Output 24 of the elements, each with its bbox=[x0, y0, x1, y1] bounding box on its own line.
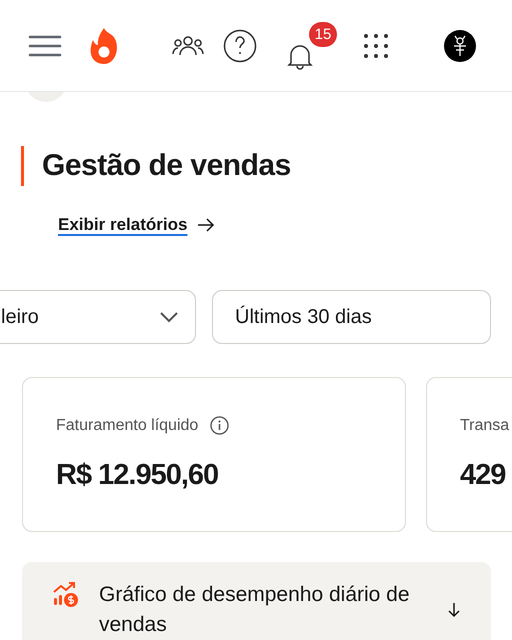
metric-value: 429 bbox=[460, 458, 506, 492]
chevron-down-icon bbox=[159, 310, 179, 322]
chart-money-icon bbox=[53, 582, 79, 608]
filter-select[interactable]: leiro bbox=[0, 290, 196, 344]
menu-icon[interactable] bbox=[28, 34, 62, 58]
title-accent-bar bbox=[21, 146, 24, 186]
notification-badge: 15 bbox=[309, 22, 337, 46]
flame-logo-icon[interactable] bbox=[89, 26, 119, 66]
metric-label: Faturamento líquido bbox=[56, 416, 198, 436]
reports-link[interactable]: Exibir relatórios bbox=[58, 212, 188, 238]
arrow-right-icon bbox=[197, 218, 216, 232]
page-title: Gestão de vendas bbox=[42, 151, 291, 181]
metric-label: Transa bbox=[460, 416, 510, 436]
performance-chart-accordion[interactable]: Gráfico de desempenho diário de vendas bbox=[22, 562, 491, 640]
metric-value: R$ 12.950,60 bbox=[56, 458, 220, 492]
date-range-field[interactable]: Últimos 30 dias bbox=[212, 290, 491, 344]
people-icon[interactable] bbox=[172, 34, 204, 56]
info-icon[interactable] bbox=[210, 416, 230, 435]
select-value: leiro bbox=[1, 304, 40, 330]
help-icon[interactable] bbox=[223, 28, 257, 62]
apps-grid-icon[interactable] bbox=[364, 34, 388, 58]
accordion-title: Gráfico de desempenho diário de vendas bbox=[99, 582, 411, 638]
avatar-icon[interactable] bbox=[444, 30, 476, 62]
arrow-down-icon bbox=[447, 602, 461, 618]
